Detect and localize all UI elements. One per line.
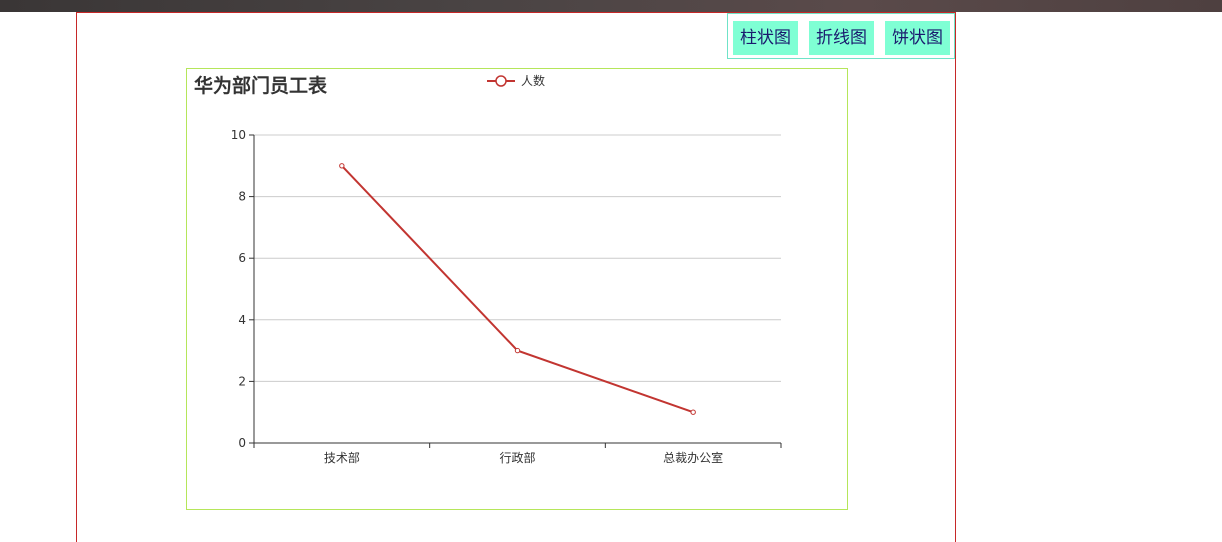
y-tick-label: 10 bbox=[231, 128, 246, 142]
legend-label: 人数 bbox=[521, 73, 545, 88]
line-chart: 0 2 4 6 8 10 技术部 行政部 总裁办公室 人数 bbox=[231, 73, 782, 465]
data-point bbox=[514, 347, 521, 354]
x-tick-label: 技术部 bbox=[324, 450, 360, 465]
pie-chart-button[interactable]: 饼状图 bbox=[885, 21, 950, 55]
line-chart-button[interactable]: 折线图 bbox=[809, 21, 874, 55]
chart-panel: 华为部门员工表 0 2 4 6 8 10 技术部 行政部 总裁办公室 人数 bbox=[186, 68, 848, 510]
browser-top-bar bbox=[0, 0, 1222, 12]
bar-chart-button[interactable]: 柱状图 bbox=[733, 21, 798, 55]
x-tick-label: 行政部 bbox=[499, 450, 535, 465]
legend-marker bbox=[495, 75, 507, 87]
x-tick-label: 总裁办公室 bbox=[663, 450, 723, 465]
y-tick-label: 6 bbox=[238, 251, 246, 265]
y-tick-label: 4 bbox=[238, 313, 246, 327]
chart-type-toolbar: 柱状图 折线图 饼状图 bbox=[727, 13, 955, 59]
series-line bbox=[341, 165, 694, 414]
data-point bbox=[339, 163, 345, 169]
y-tick-label: 8 bbox=[238, 190, 246, 204]
data-point bbox=[690, 409, 696, 415]
y-tick-label: 2 bbox=[238, 374, 246, 388]
y-tick-label: 0 bbox=[238, 436, 246, 450]
